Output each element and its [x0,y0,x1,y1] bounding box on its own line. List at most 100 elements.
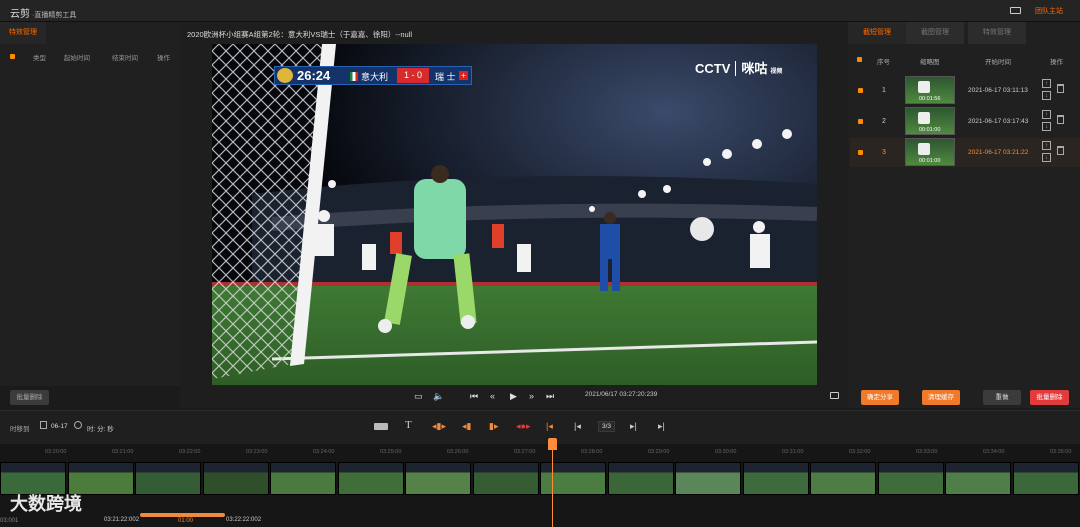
move-up-icon[interactable]: ↑ [1042,141,1051,150]
clip-duration: 00:01:56 [919,96,941,102]
tab-effects-management[interactable]: 特效管理 [0,22,46,44]
video-player[interactable]: 26:24 意大利 1 - 0 瑞 士 + CCTV 咪咕 视频 [212,44,817,385]
row-checkbox[interactable] [858,119,863,124]
timeline-thumbnail[interactable] [810,462,876,495]
page-indicator[interactable]: 3/3 [598,421,615,432]
volume-icon[interactable]: 🔈 [433,391,444,402]
team-italy: 意大利 [361,72,389,82]
select-all-clips-checkbox[interactable] [857,57,862,62]
timeline-thumbnail[interactable] [945,462,1011,495]
move-down-icon[interactable]: ↓ [1042,122,1051,131]
mark-in-out-icon[interactable]: ◂▮▸ [432,421,446,432]
score: 1 - 0 [397,68,429,83]
clip-start-time: 03:21:22:002 [104,517,140,523]
ruler-time: 03:29:00 [648,449,670,455]
keyboard-icon[interactable] [1010,7,1021,14]
fast-forward-icon[interactable]: » [529,391,534,401]
clear-cache-button[interactable]: 清理缓存 [922,390,960,405]
ruler-time: 03:24:00 [313,449,335,455]
timeline-thumbnail[interactable] [540,462,606,495]
effects-panel [0,22,180,386]
ruler-time: 03:27:00 [514,449,536,455]
step-back-icon[interactable]: ⏮ [470,391,478,402]
tab-clip-management[interactable]: 截短管理 [848,22,906,44]
thumbnail-player [918,81,930,93]
timeline-thumbnail[interactable] [607,462,674,495]
text-tool-icon[interactable]: T [405,419,412,431]
playhead-handle[interactable] [548,438,557,450]
thumbnail-player [918,143,930,155]
row-start-time: 2021-06-17 03:17:43 [968,118,1029,125]
move-down-icon[interactable]: ↓ [1042,153,1051,162]
col-start-time-right: 开始时间 [985,59,1011,66]
play-icon[interactable]: ▶ [510,391,517,402]
move-up-icon[interactable]: ↑ [1042,110,1051,119]
team-switzerland: 瑞 士 [435,72,456,82]
timeline-thumbnail[interactable] [877,462,944,495]
trash-icon[interactable] [1057,146,1064,155]
keyboard-tool-icon[interactable] [374,423,388,430]
ruler-time: 03:33:00 [916,449,938,455]
team-home-link[interactable]: 团队主站 [1035,6,1063,16]
trash-icon[interactable] [1057,115,1064,124]
batch-delete-button[interactable]: 批量删除 [10,390,49,405]
app-name: 云剪 [10,9,30,20]
football-scene [212,44,817,385]
mark-out-icon[interactable]: ▮▸ [489,421,498,432]
italy-flag-icon [350,72,358,81]
row-checkbox[interactable] [858,88,863,93]
jump-start-icon[interactable]: |◂ [546,421,553,432]
time-input[interactable]: 时: 分: 秒 [87,423,114,433]
calendar-icon[interactable] [40,421,47,429]
col-end-time: 结束时间 [112,55,138,62]
selected-clip-bar[interactable] [140,513,225,517]
time-shift-label: 时移到 [10,426,30,433]
euro-logo-icon [277,68,293,83]
clip-row[interactable]: 1 00:01:56 2021-06-17 03:11:13 ↑ ↓ [850,76,1080,105]
clip-thumbnail[interactable]: 00:01:00 [905,138,955,166]
jump-end-icon[interactable]: ▸| [658,421,665,432]
timeline-thumbnail[interactable] [337,462,404,495]
mark-in-icon[interactable]: ◂▮ [462,421,471,432]
timeline-thumbnail[interactable] [405,462,471,495]
move-up-icon[interactable]: ↑ [1042,79,1051,88]
clip-row[interactable]: 2 00:01:00 2021-06-17 03:17:43 ↑ ↓ [850,107,1080,136]
clip-end-time: 03:22:22:002 [226,517,262,523]
clip-row[interactable]: 3 00:01:00 2021-06-17 03:21:22 ↑ ↓ [850,138,1080,167]
record-icon[interactable]: ◂●▸ [516,421,530,432]
step-forward-icon[interactable]: ⏭ [546,391,554,402]
date-input[interactable]: 06-17 [51,423,68,430]
clip-duration: 00:01:00 [919,127,941,133]
redo-button[interactable]: 重做 [983,390,1021,405]
timeline-thumbnail[interactable] [270,462,336,495]
timeline-thumbnail[interactable] [675,462,741,495]
share-button[interactable]: 确定分享 [861,390,899,405]
move-down-icon[interactable]: ↓ [1042,91,1051,100]
next-page-icon[interactable]: ▸| [630,421,637,432]
row-checkbox[interactable] [858,150,863,155]
trash-icon[interactable] [1057,84,1064,93]
timeline-thumbnail[interactable] [742,462,809,495]
video-timestamp: 2021/06/17 03:27:20:239 [585,391,658,398]
batch-delete-clips-button[interactable]: 批量删除 [1030,390,1069,405]
broadcaster-cctv: CCTV [695,61,731,76]
prev-page-icon[interactable]: |◂ [574,421,581,432]
timeline-thumbnail[interactable] [472,462,539,495]
ruler-time: 03:32:00 [849,449,871,455]
timeline-thumbnail[interactable] [202,462,269,495]
clip-thumbnail[interactable]: 00:01:00 [905,107,955,135]
clip-length: 01:00 [178,518,194,524]
clip-thumbnail[interactable]: 00:01:56 [905,76,955,104]
tab-effects-management-right[interactable]: 特效管理 [968,22,1026,44]
ruler-time: 03:26:00 [447,449,469,455]
screen-icon[interactable]: ▭ [414,391,423,402]
rewind-icon[interactable]: « [490,391,495,401]
tab-screenshot-management[interactable]: 截图管理 [906,22,964,44]
playhead[interactable] [552,438,553,527]
timeline-thumbnail[interactable] [135,462,201,495]
timeline-thumbnail[interactable] [1012,462,1079,495]
camera-icon[interactable] [830,392,839,399]
select-all-checkbox[interactable] [10,54,15,59]
clock-icon [74,421,82,429]
scorebug: 26:24 意大利 1 - 0 瑞 士 + [274,66,472,85]
